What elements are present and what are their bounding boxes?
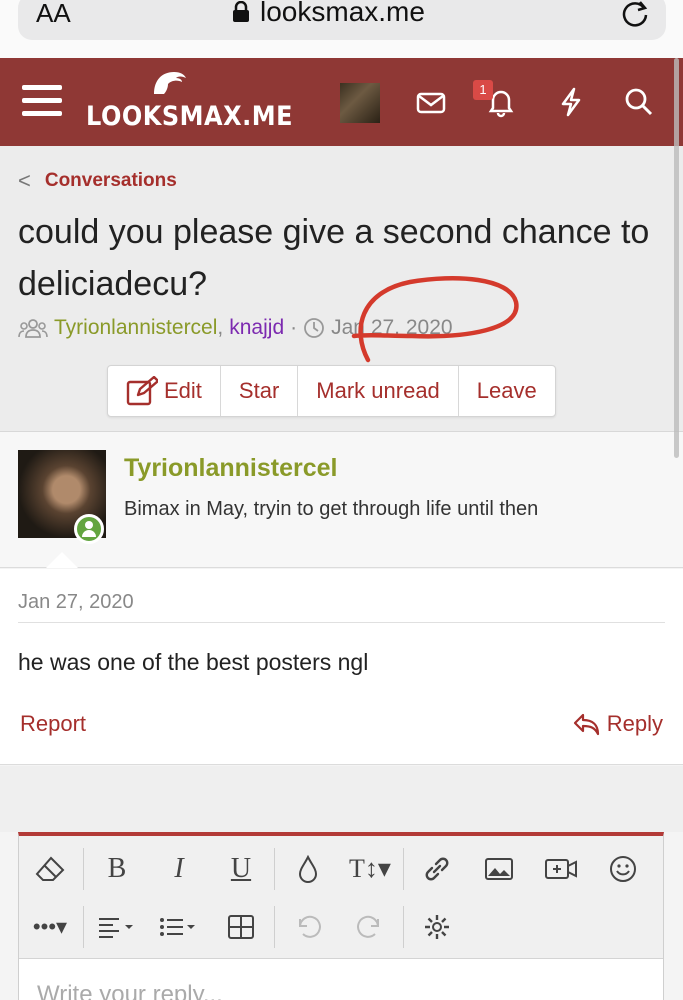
text-color-icon[interactable] — [277, 840, 339, 898]
lock-icon — [233, 1, 249, 22]
mark-unread-button[interactable]: Mark unread — [298, 366, 459, 416]
hair-logo-icon — [154, 72, 186, 94]
reply-editor: B I U T↕▾ •••▾ Write your reply... — [18, 832, 664, 1000]
link-icon[interactable] — [406, 840, 468, 898]
table-icon[interactable] — [210, 898, 272, 956]
bold-icon[interactable]: B — [86, 840, 148, 898]
participant-link[interactable]: Tyrionlannistercel — [54, 316, 217, 340]
page-scrollbar[interactable] — [674, 58, 679, 458]
star-button[interactable]: Star — [221, 366, 299, 416]
user-avatar[interactable] — [340, 83, 380, 123]
message-date[interactable]: Jan 27, 2020 — [18, 591, 134, 614]
message-body: he was one of the best posters ngl — [18, 649, 369, 675]
text-size-label: AA — [36, 0, 71, 28]
participant-link[interactable]: knajjd — [229, 316, 284, 340]
align-icon[interactable] — [86, 898, 148, 956]
breadcrumb[interactable]: < Conversations — [18, 168, 177, 194]
list-icon[interactable] — [148, 898, 210, 956]
gear-icon[interactable] — [406, 898, 468, 956]
conversation-header: < Conversations could you please give a … — [0, 146, 683, 432]
chevron-left-icon: < — [18, 168, 31, 193]
site-header: LOOKSMAX.ME 1 — [0, 58, 683, 146]
message-content: Jan 27, 2020 he was one of the best post… — [0, 569, 683, 765]
image-icon[interactable] — [468, 840, 530, 898]
redo-icon[interactable] — [339, 898, 401, 956]
participant-separator: , — [217, 316, 224, 339]
smiley-icon[interactable] — [592, 840, 654, 898]
breadcrumb-label: Conversations — [44, 170, 177, 191]
meta-dot: · — [290, 316, 298, 339]
page-title: could you please give a second chance to… — [18, 213, 650, 303]
site-logo[interactable]: LOOKSMAX.ME — [86, 68, 292, 138]
edit-icon — [126, 376, 158, 406]
italic-icon[interactable]: I — [148, 840, 210, 898]
user-title: Bimax in May, tryin to get through life … — [124, 498, 539, 520]
reply-icon — [573, 713, 599, 736]
reply-label: Reply — [606, 711, 663, 736]
editor-toolbar-row-2: •••▾ — [19, 898, 468, 956]
browser-address-bar: AA looksmax.me — [0, 0, 683, 58]
logo-text: LOOKSMAX.ME — [86, 100, 293, 132]
message-pointer — [46, 552, 78, 568]
url-display[interactable]: looksmax.me — [232, 0, 425, 28]
undo-icon[interactable] — [277, 898, 339, 956]
whats-new-bolt-icon[interactable] — [555, 86, 587, 118]
more-options-icon[interactable]: •••▾ — [19, 898, 81, 956]
clock-icon — [304, 318, 325, 338]
menu-icon[interactable] — [22, 85, 62, 119]
search-icon[interactable] — [623, 86, 655, 118]
editor-toolbar-row-1: B I U T↕▾ — [19, 840, 654, 898]
message-user: Tyrionlannistercel Bimax in May, tryin t… — [0, 432, 683, 568]
spacer — [0, 766, 683, 832]
edit-label: Edit — [164, 378, 202, 403]
reply-button[interactable]: Reply — [573, 711, 663, 737]
edit-button[interactable]: Edit — [108, 366, 221, 416]
inbox-icon[interactable] — [415, 86, 447, 118]
message-username[interactable]: Tyrionlannistercel — [124, 454, 338, 483]
font-size-icon[interactable]: T↕▾ — [339, 840, 401, 898]
video-icon[interactable] — [530, 840, 592, 898]
divider — [18, 622, 665, 623]
reply-textarea[interactable]: Write your reply... — [19, 958, 663, 1000]
online-status-icon — [74, 514, 104, 544]
red-annotation-scribble — [351, 276, 519, 363]
reply-placeholder: Write your reply... — [37, 981, 223, 1000]
eraser-icon[interactable] — [19, 840, 81, 898]
underline-icon[interactable]: U — [210, 840, 272, 898]
participants-icon — [18, 319, 48, 338]
url-text: looksmax.me — [260, 0, 425, 27]
conversation-actions: Edit Star Mark unread Leave — [107, 365, 556, 417]
leave-button[interactable]: Leave — [459, 366, 555, 416]
notification-badge: 1 — [473, 80, 493, 100]
report-link[interactable]: Report — [20, 711, 86, 737]
reload-icon[interactable] — [620, 0, 650, 28]
text-size-button[interactable]: AA — [36, 0, 71, 29]
